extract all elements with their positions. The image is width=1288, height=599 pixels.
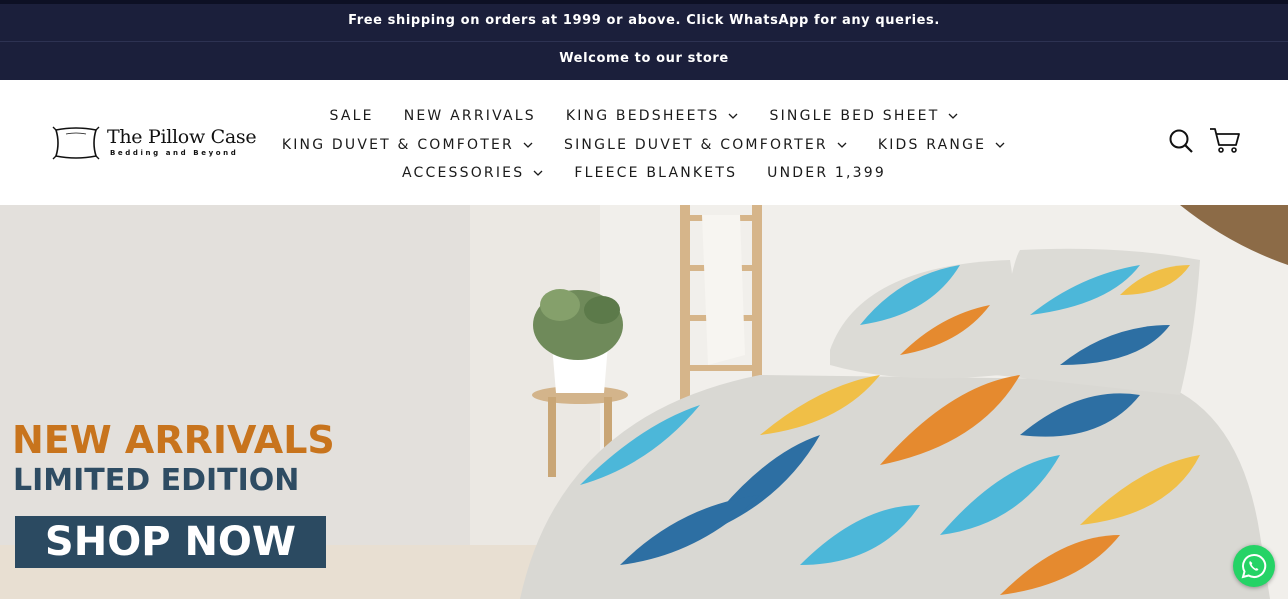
- site-header: The Pillow Case Bedding and Beyond SALE …: [0, 80, 1288, 205]
- nav-item-label: ACCESSORIES: [402, 165, 525, 181]
- nav-row-3: ACCESSORIES FLEECE BLANKETS UNDER 1,399: [0, 165, 1288, 181]
- shop-now-button[interactable]: SHOP NOW: [15, 516, 326, 568]
- announcement-welcome: Welcome to our store: [559, 51, 729, 66]
- nav-row-2: KING DUVET & COMFOTER SINGLE DUVET & COM…: [0, 137, 1288, 153]
- nav-item-king-bedsheets[interactable]: KING BEDSHEETS: [566, 108, 740, 124]
- hero-banner[interactable]: NEW ARRIVALS LIMITED EDITION SHOP NOW: [0, 205, 1288, 599]
- chevron-down-icon: [533, 170, 543, 176]
- nav-item-accessories[interactable]: ACCESSORIES: [402, 165, 544, 181]
- hero-subtitle: LIMITED EDITION: [13, 463, 300, 498]
- nav-item-label: NEW ARRIVALS: [403, 108, 536, 124]
- nav-row-1: SALE NEW ARRIVALS KING BEDSHEETS SINGLE …: [0, 108, 1288, 124]
- search-icon[interactable]: [1168, 128, 1194, 154]
- whatsapp-button[interactable]: [1233, 545, 1275, 587]
- nav-item-label: KING DUVET & COMFOTER: [281, 137, 514, 153]
- nav-item-label: SINGLE DUVET & COMFORTER: [563, 137, 828, 153]
- nav-item-new-arrivals[interactable]: NEW ARRIVALS: [404, 108, 536, 124]
- chevron-down-icon: [837, 142, 847, 148]
- nav-item-under-1399[interactable]: UNDER 1,399: [767, 165, 886, 181]
- chevron-down-icon: [995, 142, 1005, 148]
- hero-title: NEW ARRIVALS: [12, 418, 335, 462]
- chevron-down-icon: [949, 113, 958, 119]
- nav-item-label: UNDER 1,399: [767, 165, 886, 181]
- nav-item-label: KING BEDSHEETS: [565, 108, 720, 124]
- nav-item-single-duvet[interactable]: SINGLE DUVET & COMFORTER: [564, 137, 848, 153]
- announcement-bar: Free shipping on orders at 1999 or above…: [0, 0, 1288, 80]
- nav-item-label: KIDS RANGE: [877, 137, 987, 153]
- whatsapp-icon: [1241, 553, 1267, 579]
- nav-item-label: FLEECE BLANKETS: [574, 165, 738, 181]
- nav-item-sale[interactable]: SALE: [330, 108, 374, 124]
- nav-item-label: SINGLE BED SHEET: [769, 108, 940, 124]
- cart-icon[interactable]: [1209, 126, 1241, 154]
- nav-item-single-bed-sheet[interactable]: SINGLE BED SHEET: [769, 108, 959, 124]
- chevron-down-icon: [523, 142, 533, 148]
- announcement-shipping[interactable]: Free shipping on orders at 1999 or above…: [0, 13, 1288, 28]
- nav-item-king-duvet[interactable]: KING DUVET & COMFOTER: [282, 137, 534, 153]
- nav-item-kids-range[interactable]: KIDS RANGE: [878, 137, 1006, 153]
- nav-item-label: SALE: [329, 108, 374, 124]
- nav-item-fleece-blankets[interactable]: FLEECE BLANKETS: [574, 165, 737, 181]
- chevron-down-icon: [729, 113, 738, 119]
- announcement-divider: [0, 41, 1288, 42]
